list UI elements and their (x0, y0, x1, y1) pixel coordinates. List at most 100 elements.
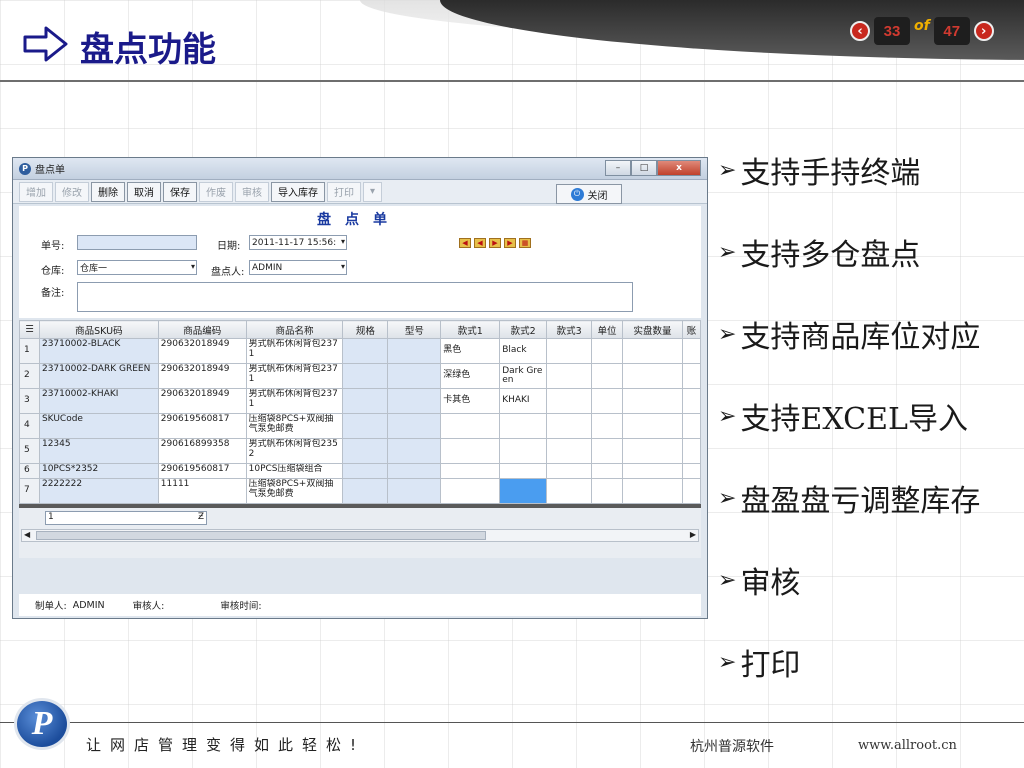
table-cell[interactable] (387, 478, 442, 504)
table-row[interactable]: 1 23710002-BLACK 290632018949 男式帆布休闲背包2371 黑… (19, 338, 701, 364)
void-button[interactable]: 作废 (199, 181, 233, 202)
table-cell[interactable] (622, 478, 683, 504)
table-cell[interactable]: 290632018949 (157, 388, 247, 414)
table-row[interactable]: 7 2222222 11111 压缩袋8PCS+双阀抽气泵免邮费 (19, 478, 701, 504)
table-cell[interactable] (681, 388, 701, 414)
table-cell[interactable] (546, 478, 593, 504)
close-window-button[interactable]: x (657, 160, 701, 176)
counter-select[interactable]: ADMIN ▾ (249, 260, 347, 275)
table-cell[interactable]: 290616899358 (157, 438, 247, 464)
table-cell[interactable] (546, 463, 593, 479)
close-button[interactable]: ⏻ 关闭 (556, 184, 622, 204)
print-dropdown-icon[interactable]: ▾ (363, 181, 383, 202)
chevron-down-icon[interactable]: ▾ (341, 262, 345, 271)
table-cell[interactable] (591, 438, 624, 464)
table-cell[interactable] (342, 478, 389, 504)
table-cell[interactable] (440, 438, 501, 464)
table-cell[interactable] (499, 478, 548, 504)
last-record-icon[interactable]: ▶ (504, 238, 516, 248)
table-cell[interactable] (440, 413, 501, 439)
column-header[interactable]: 规格 (342, 320, 389, 339)
table-cell[interactable] (591, 338, 624, 364)
column-header[interactable]: 商品名称 (245, 320, 344, 339)
column-header[interactable]: 商品SKU码 (38, 320, 159, 339)
table-cell[interactable]: 23710002-KHAKI (38, 388, 159, 414)
table-cell[interactable]: 深绿色 (440, 363, 501, 389)
table-cell[interactable] (387, 438, 442, 464)
table-cell[interactable] (681, 338, 701, 364)
table-cell[interactable]: 男式帆布休闲背包2371 (245, 388, 344, 414)
next-record-icon[interactable]: ▶ (489, 238, 501, 248)
column-header[interactable]: 型号 (387, 320, 442, 339)
scroll-thumb[interactable] (36, 531, 486, 540)
table-cell[interactable] (622, 463, 683, 479)
table-cell[interactable]: 23710002-BLACK (38, 338, 159, 364)
filter-input[interactable]: 1 Ƶ (45, 511, 207, 525)
order-no-input[interactable] (77, 235, 197, 250)
window-titlebar[interactable]: P 盘点单 – □ x (13, 158, 707, 180)
table-cell[interactable]: 压缩袋8PCS+双阀抽气泵免邮费 (245, 478, 344, 504)
table-cell[interactable] (681, 413, 701, 439)
table-cell[interactable] (591, 478, 624, 504)
table-cell[interactable]: 290619560817 (157, 463, 247, 479)
table-cell[interactable] (622, 338, 683, 364)
table-cell[interactable] (681, 438, 701, 464)
table-cell[interactable] (342, 388, 389, 414)
column-header[interactable]: 商品编码 (157, 320, 247, 339)
maximize-button[interactable]: □ (631, 160, 657, 176)
table-cell[interactable]: 男式帆布休闲背包2371 (245, 338, 344, 364)
table-cell[interactable] (342, 438, 389, 464)
cancel-button[interactable]: 取消 (127, 181, 161, 202)
column-header[interactable]: 款式3 (546, 320, 593, 339)
table-cell[interactable] (591, 363, 624, 389)
table-cell[interactable] (499, 438, 548, 464)
table-cell[interactable] (546, 363, 593, 389)
table-cell[interactable] (342, 363, 389, 389)
table-cell[interactable] (591, 463, 624, 479)
edit-button[interactable]: 修改 (55, 181, 89, 202)
table-cell[interactable]: 压缩袋8PCS+双阀抽气泵免邮费 (245, 413, 344, 439)
next-slide-icon[interactable]: › (973, 21, 994, 41)
table-cell[interactable]: 10PCS*2352 (38, 463, 159, 479)
scroll-left-icon[interactable]: ◀ (24, 530, 30, 539)
table-cell[interactable] (546, 338, 593, 364)
first-record-icon[interactable]: ◀ (459, 238, 471, 248)
minimize-button[interactable]: – (605, 160, 631, 176)
column-header[interactable]: 款式1 (440, 320, 501, 339)
table-cell[interactable]: 290619560817 (157, 413, 247, 439)
table-cell[interactable] (546, 438, 593, 464)
import-stock-button[interactable]: 导入库存 (271, 181, 325, 202)
table-cell[interactable] (681, 478, 701, 504)
horizontal-scrollbar[interactable]: ◀ ▶ (21, 529, 699, 542)
table-cell[interactable] (499, 413, 548, 439)
table-cell[interactable]: 卡其色 (440, 388, 501, 414)
table-row[interactable]: 3 23710002-KHAKI 290632018949 男式帆布休闲背包2371 卡… (19, 388, 701, 414)
table-cell[interactable] (681, 363, 701, 389)
table-cell[interactable]: Dark Green (499, 363, 548, 389)
table-cell[interactable] (622, 363, 683, 389)
table-cell[interactable] (342, 463, 389, 479)
table-cell[interactable] (546, 413, 593, 439)
scroll-right-icon[interactable]: ▶ (690, 530, 696, 539)
chevron-down-icon[interactable]: ▾ (341, 237, 345, 246)
table-cell[interactable] (440, 478, 501, 504)
table-cell[interactable]: KHAKI (499, 388, 548, 414)
table-cell[interactable] (387, 338, 442, 364)
table-cell[interactable] (622, 388, 683, 414)
table-cell[interactable]: 男式帆布休闲背包2371 (245, 363, 344, 389)
table-cell[interactable] (591, 388, 624, 414)
table-cell[interactable] (591, 413, 624, 439)
table-cell[interactable]: Black (499, 338, 548, 364)
date-picker[interactable]: 2011-11-17 15:56: ▾ (249, 235, 347, 250)
table-cell[interactable]: 290632018949 (157, 363, 247, 389)
table-cell[interactable] (622, 438, 683, 464)
delete-button[interactable]: 删除 (91, 181, 125, 202)
chevron-down-icon[interactable]: ▾ (191, 262, 195, 271)
save-button[interactable]: 保存 (163, 181, 197, 202)
table-cell[interactable]: 2222222 (38, 478, 159, 504)
table-cell[interactable]: 11111 (157, 478, 247, 504)
table-cell[interactable] (681, 463, 701, 479)
table-cell[interactable]: 男式帆布休闲背包2352 (245, 438, 344, 464)
table-row[interactable]: 6 10PCS*2352 290619560817 10PCS压缩袋组合 (19, 463, 701, 479)
column-header[interactable]: 账 (681, 320, 701, 339)
